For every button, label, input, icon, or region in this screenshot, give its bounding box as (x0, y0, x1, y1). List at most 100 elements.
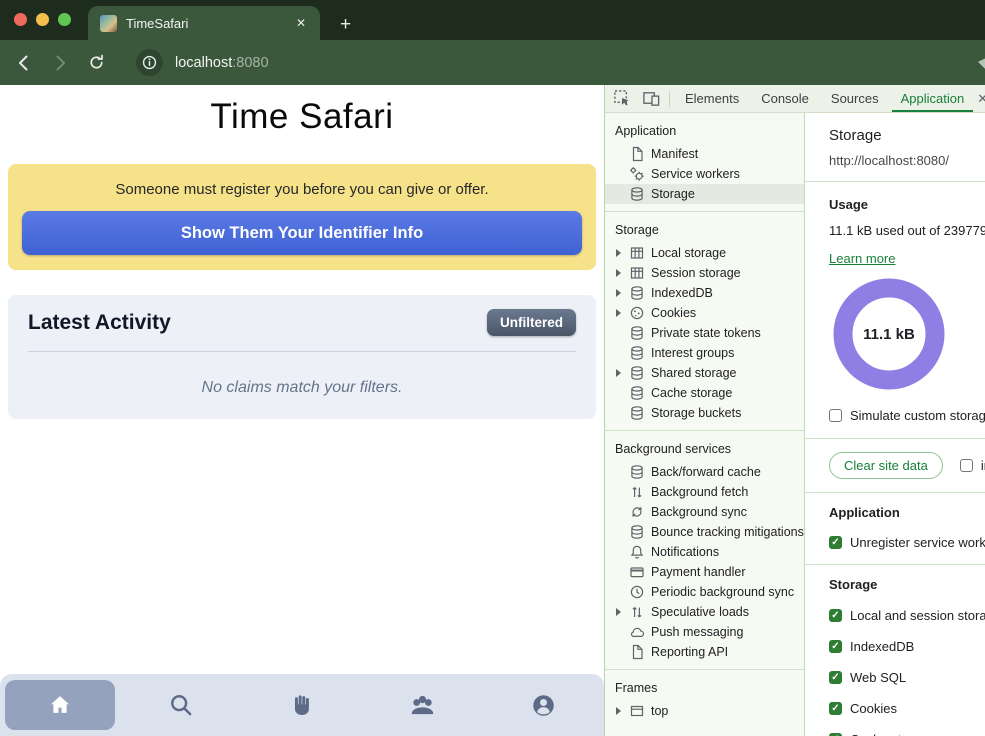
indexeddb-checkbox[interactable] (829, 640, 842, 653)
show-identifier-info-button[interactable]: Show Them Your Identifier Info (22, 211, 582, 255)
people-icon (409, 692, 436, 719)
forward-button[interactable] (46, 49, 74, 77)
expand-arrow-icon[interactable] (616, 269, 629, 277)
unregister-service-workers-checkbox[interactable] (829, 536, 842, 549)
tree-item-session-storage[interactable]: Session storage (605, 263, 804, 283)
clear-site-data-button[interactable]: Clear site data (829, 452, 943, 479)
tree-item-service-workers[interactable]: Service workers (605, 164, 804, 184)
frame-icon (629, 703, 645, 719)
tab-application[interactable]: Application (892, 85, 974, 112)
arrows-up-down-icon (629, 484, 645, 500)
tree-item-background-sync[interactable]: Background sync (605, 502, 804, 522)
storage-pane-header: Storage http://localhost:8080/ (805, 113, 985, 182)
tree-item-local-storage[interactable]: Local storage (605, 243, 804, 263)
minimize-window-button[interactable] (36, 13, 49, 26)
storage-checkbox-section: Storage Local and session storage Indexe… (805, 565, 985, 736)
expand-arrow-icon[interactable] (616, 707, 629, 715)
learn-more-link[interactable]: Learn more (829, 251, 895, 266)
tree-item-background-fetch[interactable]: Background fetch (605, 482, 804, 502)
site-info-button[interactable] (136, 49, 163, 76)
web-sql-checkbox[interactable] (829, 671, 842, 684)
tree-item-periodic-background-sync[interactable]: Periodic background sync (605, 582, 804, 602)
alert-message: Someone must register you before you can… (22, 181, 582, 198)
back-button[interactable] (10, 49, 38, 77)
expand-arrow-icon[interactable] (616, 608, 629, 616)
web-sql-row: Web SQL (829, 670, 985, 685)
expand-arrow-icon[interactable] (616, 309, 629, 317)
tree-item-storage-buckets[interactable]: Storage buckets (605, 403, 804, 423)
expand-arrow-icon[interactable] (616, 289, 629, 297)
storage-pane: Storage http://localhost:8080/ Usage 11.… (805, 113, 985, 736)
home-icon (48, 693, 72, 717)
bell-icon (629, 544, 645, 560)
tree-item-push-messaging[interactable]: Push messaging (605, 622, 804, 642)
third-party-cookies-checkbox[interactable] (960, 459, 973, 472)
tab-elements[interactable]: Elements (676, 85, 748, 112)
tree-item-cache-storage[interactable]: Cache storage (605, 383, 804, 403)
tree-item-notifications[interactable]: Notifications (605, 542, 804, 562)
tree-item-shared-storage[interactable]: Shared storage (605, 363, 804, 383)
arrows-up-down-icon (629, 604, 645, 620)
close-window-button[interactable] (14, 13, 27, 26)
table-icon (629, 245, 645, 261)
simulate-quota-checkbox[interactable] (829, 409, 842, 422)
nav-offers[interactable] (242, 674, 363, 736)
indexeddb-row: IndexedDB (829, 639, 985, 654)
tree-item-cookies[interactable]: Cookies (605, 303, 804, 323)
tab-sources[interactable]: Sources (822, 85, 888, 112)
expand-arrow-icon[interactable] (616, 369, 629, 377)
tree-item-reporting-api[interactable]: Reporting API (605, 642, 804, 662)
unfiltered-button[interactable]: Unfiltered (487, 309, 576, 336)
tab-close-icon[interactable]: ✕ (292, 14, 310, 32)
reload-button[interactable] (82, 49, 110, 77)
address-bar[interactable]: localhost:8080 (175, 55, 269, 71)
tree-item-interest-groups[interactable]: Interest groups (605, 343, 804, 363)
tree-item-top-frame[interactable]: top (605, 701, 804, 721)
tree-item-storage[interactable]: Storage (605, 184, 804, 204)
nav-people[interactable] (362, 674, 483, 736)
toolbar-overflow-icon[interactable] (978, 56, 985, 69)
tree-item-payment-handler[interactable]: Payment handler (605, 562, 804, 582)
expand-arrow-icon[interactable] (616, 249, 629, 257)
forward-icon (50, 53, 70, 73)
tree-item-manifest[interactable]: Manifest (605, 144, 804, 164)
tree-item-indexeddb[interactable]: IndexedDB (605, 283, 804, 303)
tree-item-private-state-tokens[interactable]: Private state tokens (605, 323, 804, 343)
cookies-checkbox[interactable] (829, 702, 842, 715)
zoom-window-button[interactable] (58, 13, 71, 26)
inspect-element-icon[interactable] (613, 89, 632, 108)
tab-console[interactable]: Console (752, 85, 818, 112)
browser-tab[interactable]: TimeSafari ✕ (88, 6, 320, 40)
tree-item-bounce-tracking-mitigations[interactable]: Bounce tracking mitigations (605, 522, 804, 542)
page-title: Time Safari (0, 97, 604, 137)
url-host: localhost (175, 55, 232, 71)
card-divider (28, 351, 576, 352)
database-icon (629, 405, 645, 421)
file-icon (629, 644, 645, 660)
cookie-icon (629, 305, 645, 321)
section-storage-heading: Storage (605, 216, 804, 243)
nav-profile[interactable] (483, 674, 604, 736)
storage-section-heading: Storage (829, 577, 985, 592)
new-tab-button[interactable]: + (334, 14, 357, 40)
nav-home-active-chip[interactable] (5, 680, 115, 730)
empty-claims-message: No claims match your filters. (28, 379, 576, 397)
latest-activity-heading: Latest Activity (28, 311, 171, 335)
tab-title: TimeSafari (126, 16, 292, 31)
search-icon (168, 692, 194, 718)
device-toolbar-icon[interactable] (642, 89, 661, 108)
tree-item-speculative-loads[interactable]: Speculative loads (605, 602, 804, 622)
tree-item-back-forward-cache[interactable]: Back/forward cache (605, 462, 804, 482)
gears-icon (629, 166, 645, 182)
browser-toolbar: localhost:8080 (0, 40, 985, 85)
nav-home[interactable] (0, 674, 121, 736)
usage-section: Usage 11.1 kB used out of 239779 MB Lear… (805, 182, 985, 439)
sync-icon (629, 504, 645, 520)
nav-search[interactable] (121, 674, 242, 736)
tabbar-separator (669, 91, 670, 107)
local-session-storage-checkbox[interactable] (829, 609, 842, 622)
donut-value-label: 11.1 kB (863, 326, 915, 343)
simulate-quota-row: Simulate custom storage quota (829, 408, 985, 423)
devtools-tabbar: Elements Console Sources Application ✕ (605, 85, 985, 113)
devtools-close-icon[interactable]: ✕ (977, 85, 985, 112)
